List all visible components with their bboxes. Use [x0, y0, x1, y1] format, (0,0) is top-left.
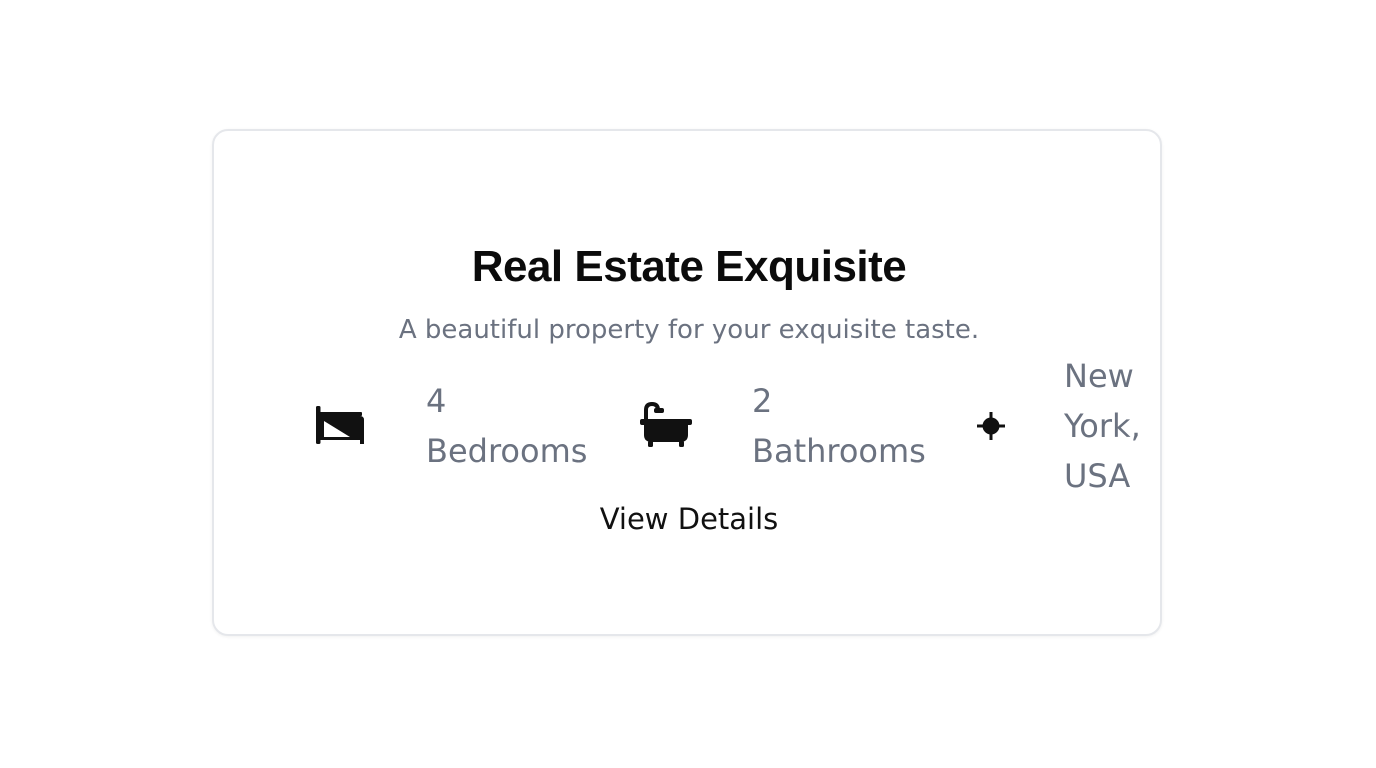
bathrooms-count: 2: [752, 382, 773, 420]
location-crosshair-icon: [977, 412, 1005, 440]
property-card: Real Estate Exquisite A beautiful proper…: [212, 129, 1162, 636]
bed-icon: [316, 406, 364, 444]
bedrooms-label: Bedrooms: [426, 432, 588, 470]
view-details-button[interactable]: View Details: [214, 498, 1164, 540]
location-line-country: USA: [1064, 457, 1131, 495]
location-info: New York, USA: [1064, 351, 1141, 501]
location-line-city-2: York,: [1064, 407, 1141, 445]
property-title: Real Estate Exquisite: [471, 242, 907, 291]
bathrooms-label: Bathrooms: [752, 432, 926, 470]
location-line-city: New: [1064, 357, 1134, 395]
bathrooms-info: 2 Bathrooms: [752, 376, 926, 476]
property-subtitle: A beautiful property for your exquisite …: [398, 315, 980, 345]
bedrooms-count: 4: [426, 382, 447, 420]
bathtub-icon: [640, 402, 692, 447]
bedrooms-info: 4 Bedrooms: [426, 376, 587, 476]
